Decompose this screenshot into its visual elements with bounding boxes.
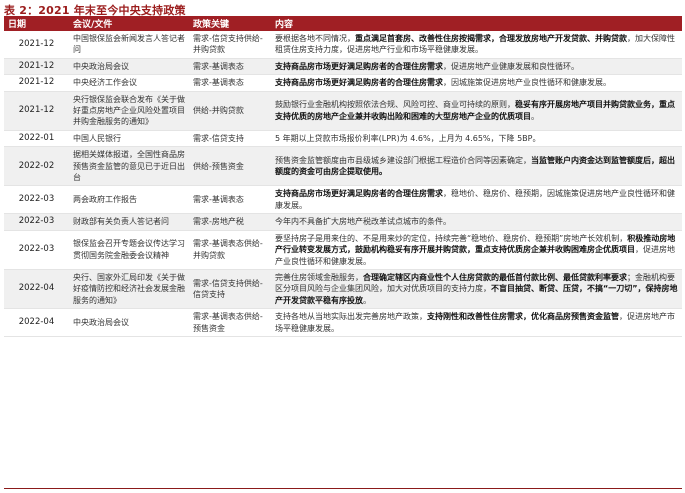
cell-date: 2021-12 [4,58,69,76]
cell-document: 财政部有关负责人答记者问 [69,213,189,231]
content-emphasis: 支持商品房市场更好满足购房者的合理住房需求 [275,78,443,88]
table-body: 2021-12 中国银保监会新闻发言人答记者问 需求-信贷支持供给-并购贷款 要根据各… [4,31,682,337]
cell-policy-key: 需求-信贷支持供给-并购贷款 [189,31,271,59]
cell-date: 2022-04 [4,269,69,310]
table-header: 日期 会议/文件 政策关键 内容 [4,16,682,31]
table-bottom-rule [4,488,682,489]
content-text: 。 [363,295,371,305]
cell-document: 中央经济工作会议 [69,74,189,92]
table-row: 2022-04 中央政治局会议 需求-基调表态供给-预售资金 支持各地从当地实际出发完… [4,308,682,337]
table-row: 2022-04 央行、国家外汇局印发《关于做好疫情防控和经济社会发展金融服务的通知… [4,269,682,310]
column-header-policy-key: 政策关键 [189,16,271,31]
column-header-content: 内容 [271,16,682,31]
cell-document: 中国银保监会新闻发言人答记者问 [69,31,189,59]
content-text: 预售资金监管额度由市县级城乡建设部门根据工程造价合同等因素确定， [275,155,531,165]
cell-policy-key: 供给-并购贷款 [189,91,271,131]
content-emphasis: 支持商品房市场更好满足购房者的合理住房需求 [275,189,443,199]
cell-date: 2021-12 [4,31,69,59]
content-emphasis: 合理确定辖区内商业性个人住房贷款的最低首付款比例、最低贷款利率要求 [363,272,627,282]
content-emphasis: 支持刚性和改善性住房需求，优化商品房预售资金监管 [427,312,619,322]
cell-date: 2022-03 [4,185,69,215]
cell-content: 要根据各地不同情况，重点满足首套房、改善性住房按揭需求，合理发放房地产开发贷款、… [271,31,682,59]
cell-policy-key: 需求-基调表态供给-预售资金 [189,308,271,337]
content-text: 鼓励银行业金融机构按照依法合规、风险可控、商业可持续的原则， [275,100,515,110]
cell-document: 据相关媒体报道，全国性商品房预售资金监管的意见已于近日出台 [69,146,189,187]
cell-content: 支持商品房市场更好满足购房者的合理住房需求，稳地价、稳房价、稳预期，因城施策促进… [271,185,682,215]
table-row: 2022-02 据相关媒体报道，全国性商品房预售资金监管的意见已于近日出台 供给-预… [4,146,682,187]
content-text: 要坚持房子是用来住的、不是用来炒的定位，持续完善“稳地价、稳房价、稳预期”房地产… [275,233,628,243]
table-row: 2022-03 财政部有关负责人答记者问 需求-房地产税 今年内不具备扩大房地产税改革… [4,213,682,231]
cell-document: 中央政治局会议 [69,58,189,76]
cell-date: 2021-12 [4,74,69,92]
cell-policy-key: 供给-预售资金 [189,146,271,187]
cell-policy-key: 需求-信贷支持供给-信贷支持 [189,269,271,310]
table-row: 2022-01 中国人民银行 需求-信贷支持 5 年期以上贷款市场报价利率(LPR)为… [4,130,682,148]
cell-policy-key: 需求-基调表态供给-并购贷款 [189,230,271,270]
table-row: 2021-12 中国银保监会新闻发言人答记者问 需求-信贷支持供给-并购贷款 要根据各… [4,31,682,59]
cell-date: 2022-03 [4,213,69,231]
cell-content: 完善住房领域金融服务，合理确定辖区内商业性个人住房贷款的最低首付款比例、最低贷款… [271,269,682,310]
cell-content: 支持各地从当地实际出发完善房地产政策，支持刚性和改善性住房需求，优化商品房预售资… [271,308,682,337]
cell-content: 要坚持房子是用来住的、不是用来炒的定位，持续完善“稳地价、稳房价、稳预期”房地产… [271,230,682,270]
cell-document: 中国人民银行 [69,130,189,148]
content-emphasis: 支持商品房市场更好满足购房者的合理住房需求 [275,61,443,71]
cell-date: 2021-12 [4,91,69,131]
column-header-document: 会议/文件 [69,16,189,31]
cell-document: 央行银保监会联合发布《关于做好重点房地产企业风险处置项目并购金融服务的通知》 [69,91,189,131]
content-text: 要根据各地不同情况， [275,34,355,43]
content-text: ，因城施策促进房地产业良性循环和健康发展。 [443,78,611,88]
content-text: 。 [531,111,539,121]
cell-date: 2022-03 [4,230,69,270]
content-text: 今年内不具备扩大房地产税改革试点城市的条件。 [275,217,451,227]
cell-policy-key: 需求-信贷支持 [189,130,271,148]
cell-content: 鼓励银行业金融机构按照依法合规、风险可控、商业可持续的原则，稳妥有序开展房地产项… [271,91,682,131]
table-row: 2021-12 中央经济工作会议 需求-基调表态 支持商品房市场更好满足购房者的合理住… [4,74,682,92]
cell-content: 预售资金监管额度由市县级城乡建设部门根据工程造价合同等因素确定，当监管账户内资金… [271,146,682,187]
cell-document: 两会政府工作报告 [69,185,189,215]
content-text: 支持各地从当地实际出发完善房地产政策， [275,312,427,322]
cell-policy-key: 需求-基调表态 [189,185,271,215]
cell-date: 2022-04 [4,308,69,337]
content-text: 完善住房领域金融服务， [275,272,363,282]
table-row: 2021-12 央行银保监会联合发布《关于做好重点房地产企业风险处置项目并购金融服… [4,91,682,131]
cell-document: 央行、国家外汇局印发《关于做好疫情防控和经济社会发展金融服务的通知》 [69,269,189,310]
content-text: 5 年期以上贷款市场报价利率(LPR)为 4.6%，上月为 4.65%，下降 5… [275,133,541,143]
cell-document: 银保监会召开专题会议传达学习贯彻国务院金融委会议精神 [69,230,189,270]
column-header-date: 日期 [4,16,69,31]
cell-policy-key: 需求-基调表态 [189,74,271,92]
cell-content: 支持商品房市场更好满足购房者的合理住房需求，因城施策促进房地产业良性循环和健康发… [271,74,682,92]
policy-table: 日期 会议/文件 政策关键 内容 2021-12 中国银保监会新闻发言人答记者问需… [4,16,682,337]
table-row: 2022-03 两会政府工作报告 需求-基调表态 支持商品房市场更好满足购房者的合理住… [4,185,682,215]
cell-policy-key: 需求-房地产税 [189,213,271,231]
cell-content: 支持商品房市场更好满足购房者的合理住房需求，促进房地产业健康发展和良性循环。 [271,58,682,76]
cell-policy-key: 需求-基调表态 [189,58,271,76]
cell-document: 中央政治局会议 [69,308,189,337]
cell-date: 2022-02 [4,146,69,187]
content-text: ，促进房地产业健康发展和良性循环。 [443,61,579,71]
table-row: 2022-03 银保监会召开专题会议传达学习贯彻国务院金融委会议精神 需求-基调表态… [4,230,682,270]
table-row: 2021-12 中央政治局会议 需求-基调表态 支持商品房市场更好满足购房者的合理住房… [4,58,682,76]
cell-date: 2022-01 [4,130,69,148]
cell-content: 今年内不具备扩大房地产税改革试点城市的条件。 [271,213,682,231]
content-emphasis: 重点满足首套房、改善性住房按揭需求，合理发放房地产开发贷款、并购贷款 [355,34,627,43]
cell-content: 5 年期以上贷款市场报价利率(LPR)为 4.6%，上月为 4.65%，下降 5… [271,130,682,148]
